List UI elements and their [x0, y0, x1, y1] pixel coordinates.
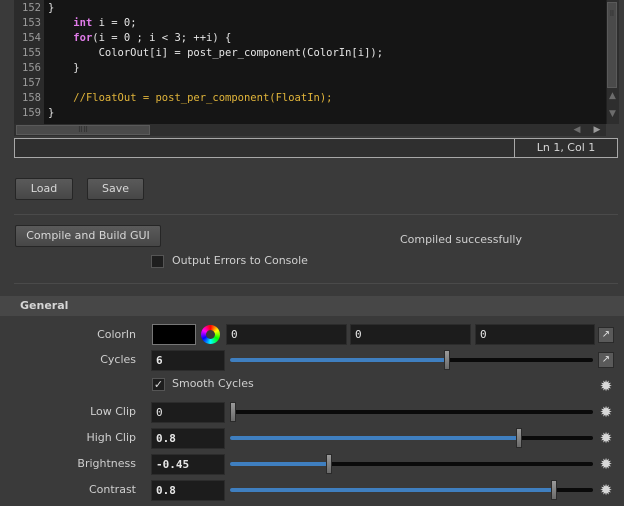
line-number: 158: [22, 92, 41, 104]
cycles-field[interactable]: 6: [151, 350, 225, 371]
brightness-label: Brightness: [77, 457, 136, 470]
scroll-left-arrow-icon[interactable]: ◀: [570, 124, 584, 136]
code-line[interactable]: ColorOut[i] = post_per_component(ColorIn…: [48, 46, 383, 61]
line-number: 155: [22, 47, 41, 59]
gear-icon[interactable]: ✹: [598, 430, 614, 446]
colorin-g-field[interactable]: 0: [350, 324, 471, 345]
gear-icon[interactable]: ✹: [598, 482, 614, 498]
colorin-r-field[interactable]: 0: [226, 324, 347, 345]
compile-status: Compiled successfully: [400, 233, 522, 246]
general-section-header[interactable]: [0, 296, 624, 316]
high-clip-label: High Clip: [86, 431, 136, 444]
vertical-scroll-thumb[interactable]: ⠿: [607, 2, 617, 88]
scroll-up-arrow-icon[interactable]: ▲: [607, 90, 618, 102]
scroll-down-arrow-icon[interactable]: ▼: [607, 108, 618, 120]
cycles-label: Cycles: [100, 353, 136, 366]
status-message: [15, 141, 21, 154]
cycles-slider-fill: [230, 358, 448, 362]
smooth-cycles-label: Smooth Cycles: [172, 377, 254, 390]
code-line[interactable]: int i = 0;: [48, 16, 136, 31]
line-number: 157: [22, 77, 41, 89]
contrast-slider-fill: [230, 488, 557, 492]
horizontal-scroll-thumb[interactable]: ⠿⠿: [16, 125, 150, 135]
contrast-field[interactable]: 0.8: [151, 480, 225, 501]
keyframe-icon[interactable]: ↗: [598, 327, 614, 343]
high-clip-slider-handle[interactable]: [516, 428, 522, 448]
line-number: 156: [22, 62, 41, 74]
smooth-cycles-checkbox[interactable]: ✓: [152, 378, 165, 391]
gear-icon[interactable]: ✹: [598, 456, 614, 472]
high-clip-field[interactable]: 0.8: [151, 428, 225, 449]
scroll-right-arrow-icon[interactable]: ▶: [590, 124, 604, 136]
divider: [14, 214, 618, 215]
gear-icon[interactable]: ✹: [598, 378, 614, 394]
compile-build-gui-button[interactable]: Compile and Build GUI: [15, 225, 161, 247]
color-wheel-icon[interactable]: [201, 325, 220, 344]
save-button[interactable]: Save: [87, 178, 144, 200]
gear-icon[interactable]: ✹: [598, 404, 614, 420]
low-clip-slider-track[interactable]: [230, 410, 593, 414]
low-clip-field[interactable]: 0: [151, 402, 225, 423]
colorin-swatch[interactable]: [152, 324, 196, 345]
line-number: 152: [22, 2, 41, 14]
cursor-position: Ln 1, Col 1: [536, 141, 596, 154]
low-clip-slider-handle[interactable]: [230, 402, 236, 422]
code-line[interactable]: }: [48, 61, 79, 76]
code-line[interactable]: }: [48, 106, 54, 121]
output-errors-label: Output Errors to Console: [172, 254, 308, 267]
colorin-label: ColorIn: [97, 328, 136, 341]
divider: [14, 283, 618, 284]
line-number: 154: [22, 32, 41, 44]
brightness-slider-fill: [230, 462, 328, 466]
code-line[interactable]: }: [48, 1, 54, 16]
line-number: 153: [22, 17, 41, 29]
brightness-field[interactable]: -0.45: [151, 454, 225, 475]
high-clip-slider-fill: [230, 436, 520, 440]
contrast-label: Contrast: [88, 483, 136, 496]
brightness-slider-handle[interactable]: [326, 454, 332, 474]
low-clip-label: Low Clip: [90, 405, 136, 418]
contrast-slider-handle[interactable]: [551, 480, 557, 500]
code-line[interactable]: for(i = 0 ; i < 3; ++i) {: [48, 31, 231, 46]
code-line[interactable]: //FloatOut = post_per_component(FloatIn)…: [48, 91, 332, 106]
section-title: General: [20, 299, 69, 312]
output-errors-checkbox[interactable]: [151, 255, 164, 268]
load-button[interactable]: Load: [15, 178, 73, 200]
keyframe-icon[interactable]: ↗: [598, 352, 614, 368]
cycles-slider-handle[interactable]: [444, 350, 450, 370]
line-number: 159: [22, 107, 41, 119]
colorin-b-field[interactable]: 0: [475, 324, 595, 345]
